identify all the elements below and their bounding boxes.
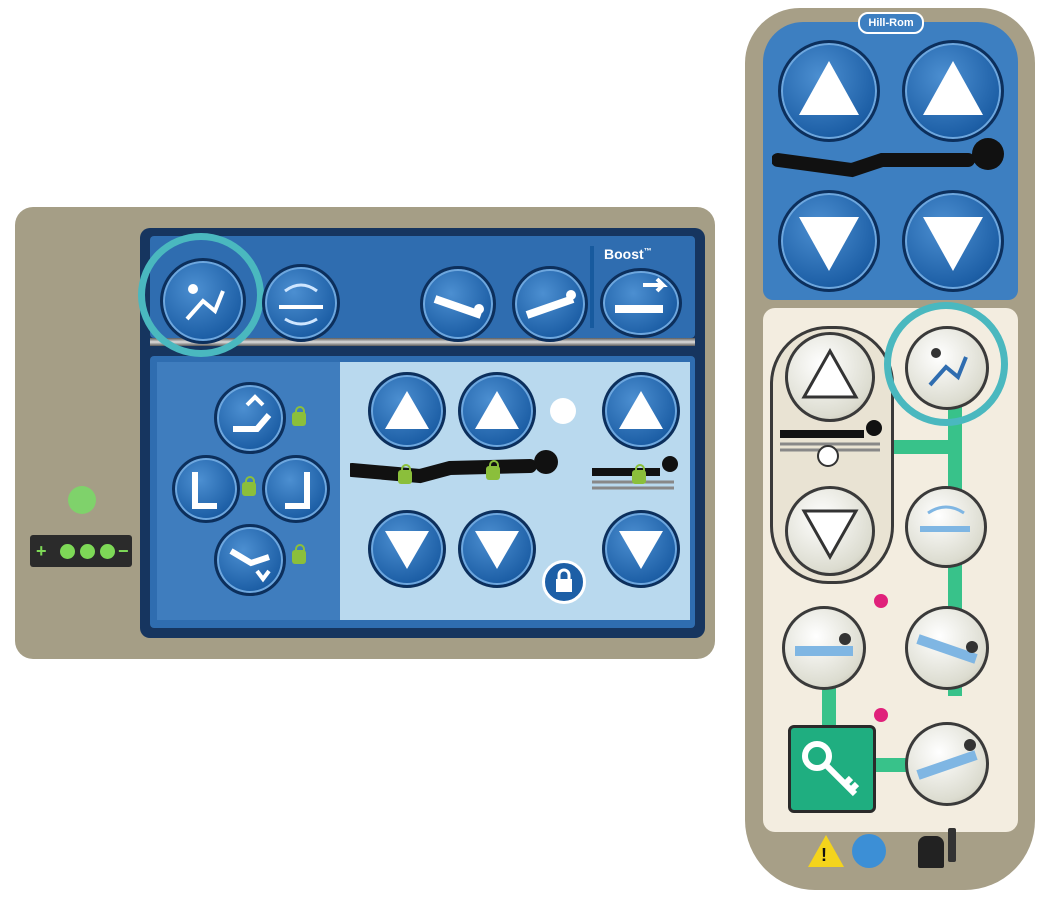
trendelenburg-icon	[916, 634, 978, 664]
boost-label: Boost™	[604, 246, 652, 262]
up-arrow-icon	[923, 61, 983, 115]
boost-divider	[590, 246, 594, 328]
up-arrow-icon	[475, 391, 519, 429]
trendelenburg-icon	[433, 295, 484, 319]
pendant-reverse-trendelenburg-button[interactable]	[905, 722, 989, 806]
foot-lock-icon	[285, 472, 310, 509]
down-arrow-icon	[799, 217, 859, 271]
turn-assist-button[interactable]	[262, 264, 340, 342]
knee-position-lock-icon	[486, 460, 500, 480]
down-arrow-icon	[801, 509, 859, 561]
turn-assist-icon	[279, 283, 323, 326]
foot-lock-button[interactable]	[262, 455, 330, 523]
bed-down-arrow-button[interactable]	[602, 510, 680, 588]
head-up-icon	[233, 394, 272, 432]
knee-down-arrow-button[interactable]	[458, 510, 536, 588]
pendant-head-down-button[interactable]	[778, 190, 880, 292]
pendant-knee-down-button[interactable]	[902, 190, 1004, 292]
reverse-trendelenburg-icon	[916, 739, 978, 780]
turn-assist-icon	[920, 505, 970, 532]
battery-minus: −	[118, 541, 129, 561]
pendant-patient-figure-icon	[772, 138, 1004, 178]
pendant-knee-up-button[interactable]	[902, 40, 1004, 142]
key-icon	[802, 741, 860, 797]
down-arrow-icon	[475, 531, 519, 569]
reverse-trendelenburg-button[interactable]	[512, 266, 588, 342]
bed-level-lock-icon	[632, 464, 646, 484]
lockout-button[interactable]	[542, 560, 586, 604]
boost-button[interactable]	[600, 268, 682, 338]
boost-tm: ™	[643, 246, 652, 256]
knee-down-button[interactable]	[214, 524, 286, 596]
battery-led-3	[100, 544, 115, 559]
indicator-light	[874, 708, 888, 722]
brand-logo: Hill-Rom	[858, 12, 924, 34]
knee-lock-icon	[192, 472, 217, 509]
indicator-light	[874, 594, 888, 608]
boost-text: Boost	[604, 246, 644, 262]
head-position-lock-icon	[398, 464, 412, 484]
battery-indicator: + −	[30, 535, 132, 567]
patient-figure-icon	[350, 450, 558, 484]
battery-led-2	[80, 544, 95, 559]
bed-height-icon	[550, 398, 576, 424]
padlock-icon	[556, 568, 572, 592]
wrench-icon	[68, 486, 96, 514]
pendant-head-up-button[interactable]	[778, 40, 880, 142]
pendant-flat-button[interactable]	[782, 606, 866, 690]
bed-flat-icon	[795, 633, 853, 656]
bed-up-arrow-button[interactable]	[602, 372, 680, 450]
bed-down-button[interactable]	[785, 486, 875, 576]
knee-up-arrow-button[interactable]	[458, 372, 536, 450]
head-lock-icon	[292, 406, 306, 426]
nurse-icon	[918, 836, 944, 868]
read-manual-icon	[852, 834, 886, 868]
chair-position-highlight	[138, 233, 264, 357]
pendant-chair-highlight	[884, 302, 1008, 426]
head-down-arrow-button[interactable]	[368, 510, 446, 588]
pendant-trendelenburg-button[interactable]	[905, 606, 989, 690]
pendant-icon	[948, 828, 956, 862]
battery-led-1	[60, 544, 75, 559]
up-arrow-icon	[801, 347, 859, 399]
down-arrow-icon	[619, 531, 663, 569]
pendant-turn-assist-button[interactable]	[905, 486, 987, 568]
up-arrow-icon	[619, 391, 663, 429]
knee-lock-button[interactable]	[172, 455, 240, 523]
knee-down-lock-icon	[292, 544, 306, 564]
up-arrow-icon	[385, 391, 429, 429]
head-up-button[interactable]	[214, 382, 286, 454]
boost-icon	[615, 277, 668, 313]
bed-height-icon	[780, 420, 882, 467]
down-arrow-icon	[385, 531, 429, 569]
reverse-trendelenburg-icon	[525, 290, 576, 319]
down-arrow-icon	[923, 217, 983, 271]
trendelenburg-button[interactable]	[420, 266, 496, 342]
warning-symbol: !	[821, 845, 827, 865]
knee-down-icon	[229, 548, 271, 583]
knee-lock-icon	[242, 476, 256, 496]
head-up-arrow-button[interactable]	[368, 372, 446, 450]
battery-plus: +	[36, 541, 47, 561]
up-arrow-icon	[799, 61, 859, 115]
key-button[interactable]	[788, 725, 876, 813]
bed-up-button[interactable]	[785, 332, 875, 422]
